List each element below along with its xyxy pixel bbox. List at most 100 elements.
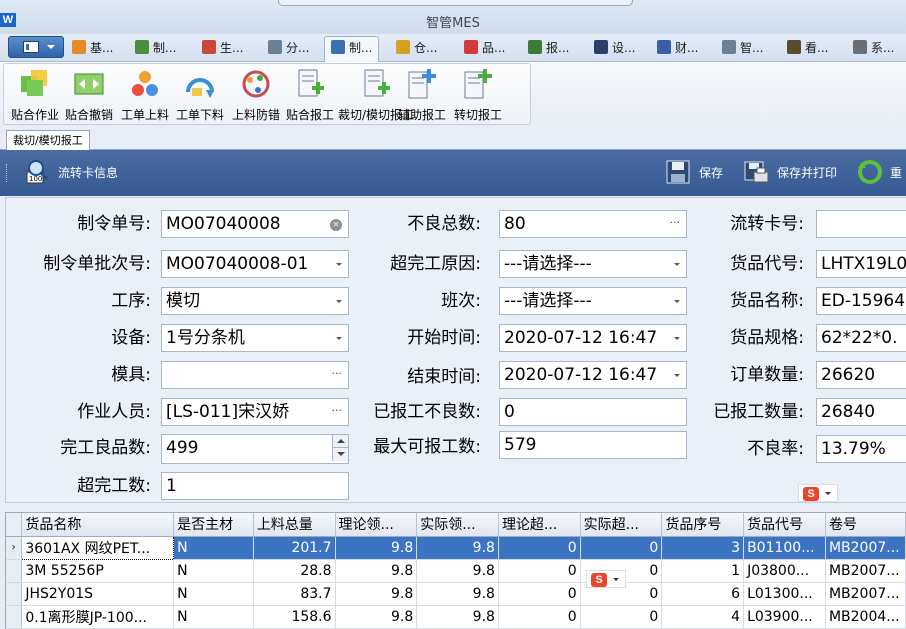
table-cell[interactable]: B01100... xyxy=(743,536,826,560)
menu-tab-9[interactable]: 财... xyxy=(657,37,698,59)
menu-tab-8[interactable]: 设... xyxy=(594,37,635,59)
table-cell[interactable]: 3 xyxy=(661,536,745,560)
table-cell[interactable]: 9.8 xyxy=(416,582,499,606)
ime-toolbar[interactable]: S xyxy=(798,484,838,502)
table-row[interactable]: 0.1离形膜JP-100... N 158.6 9.8 9.8 0 0 4 L03900... M… xyxy=(6,605,906,629)
table-cell[interactable]: N xyxy=(173,559,254,583)
row-indicator[interactable] xyxy=(6,605,23,629)
table-cell[interactable]: 9.8 xyxy=(335,582,418,606)
table-cell[interactable]: 9.8 xyxy=(335,559,418,583)
table-cell[interactable]: 1 xyxy=(661,559,745,583)
table-cell[interactable]: L01300... xyxy=(743,582,826,606)
process-select[interactable]: 模切 xyxy=(161,287,349,315)
column-header[interactable]: 实际超... xyxy=(580,513,663,537)
table-cell[interactable]: 0 xyxy=(498,582,581,606)
table-cell[interactable]: MB2007... xyxy=(825,582,906,606)
table-cell[interactable]: 158.6 xyxy=(253,605,336,629)
start-time-picker[interactable]: 2020-07-12 16:47 xyxy=(499,324,687,352)
table-cell[interactable]: 3M 55256P xyxy=(21,559,175,583)
card-no-input[interactable] xyxy=(816,210,906,238)
table-cell[interactable]: 201.7 xyxy=(253,536,336,560)
table-cell[interactable]: 0 xyxy=(498,605,581,629)
column-header[interactable]: 理论领... xyxy=(335,513,418,537)
menu-tab-3[interactable]: 分... xyxy=(268,37,309,59)
table-cell[interactable]: 9.8 xyxy=(416,559,499,583)
table-cell[interactable]: 0.1离形膜JP-100... xyxy=(21,605,175,629)
table-cell[interactable]: 9.8 xyxy=(335,536,418,560)
over-reason-select[interactable]: ---请选择--- xyxy=(499,250,687,278)
table-row[interactable]: 3M 55256P N 28.8 9.8 9.8 0 0 1 J03800... MB2007..… xyxy=(6,559,906,583)
column-header[interactable]: 货品代号 xyxy=(743,513,826,537)
column-header[interactable]: 卷号 xyxy=(825,513,906,537)
menu-tab-5[interactable]: 仓... xyxy=(396,37,437,59)
order-no-value: MO07040008 xyxy=(166,214,281,234)
order-qty-label: 订单数量: xyxy=(730,365,804,385)
menu-tab-4[interactable]: 制... xyxy=(324,36,380,62)
row-indicator[interactable]: › xyxy=(6,536,23,560)
table-cell[interactable]: 28.8 xyxy=(253,559,336,583)
menu-tab-1[interactable]: 制... xyxy=(135,37,176,59)
reported-qty-value-box: 26840 xyxy=(816,398,906,426)
column-header[interactable]: 是否主材 xyxy=(173,513,254,537)
table-cell[interactable]: 9.8 xyxy=(416,605,499,629)
table-row[interactable]: JHS2Y01S N 83.7 9.8 9.8 0 0 6 L01300... MB2007... xyxy=(6,582,906,606)
menu-tab-2[interactable]: 生... xyxy=(202,37,243,59)
equipment-select[interactable]: 1号分条机 xyxy=(161,324,349,352)
table-cell[interactable]: N xyxy=(173,582,254,606)
table-cell[interactable]: N xyxy=(173,536,254,560)
item-spec-value-box: 62*22*0. xyxy=(816,324,906,352)
table-cell[interactable]: 4 xyxy=(661,605,745,629)
shift-select[interactable]: ---请选择--- xyxy=(499,287,687,315)
batch-no-select[interactable]: MO07040008-01 xyxy=(161,250,349,278)
table-cell[interactable]: 83.7 xyxy=(253,582,336,606)
table-cell[interactable]: MB2007... xyxy=(825,559,906,583)
card-info-button[interactable]: 100 流转卡信息 xyxy=(24,150,124,196)
table-cell[interactable]: JHS2Y01S xyxy=(21,582,175,606)
defect-total-value: 80 xyxy=(504,214,526,234)
table-cell[interactable]: 0 xyxy=(580,536,663,560)
table-cell[interactable]: MB2004... xyxy=(825,605,906,629)
menu-tab-7[interactable]: 报... xyxy=(528,37,569,59)
table-cell[interactable]: 9.8 xyxy=(335,605,418,629)
column-header[interactable]: 实际领... xyxy=(416,513,499,537)
table-row[interactable]: › 3601AX 网纹PET... N 201.7 9.8 9.8 0 0 3 B01100...… xyxy=(6,535,906,560)
app-menu-button[interactable] xyxy=(8,36,64,58)
save-button[interactable]: 保存 xyxy=(664,150,726,196)
ime-toolbar[interactable]: S xyxy=(586,570,626,588)
menu-bar: 基... 制... 生... 分... 制... 仓... 品... 报... 设... 财...… xyxy=(0,34,906,62)
menu-tab-11[interactable]: 看... xyxy=(787,37,828,59)
operator-input[interactable]: [LS-011]宋汉娇 ··· xyxy=(161,398,349,426)
defect-total-input[interactable]: 80 ··· xyxy=(499,210,687,238)
table-cell[interactable]: J03800... xyxy=(743,559,826,583)
column-header[interactable]: 上料总量 xyxy=(253,513,336,537)
end-time-picker[interactable]: 2020-07-12 16:47 xyxy=(499,361,687,389)
column-header[interactable]: 货品名称 xyxy=(21,513,175,537)
column-header[interactable]: 理论超... xyxy=(498,513,581,537)
menu-tab-12[interactable]: 系... xyxy=(853,37,894,59)
ribbon-button-8[interactable]: 转切报工 xyxy=(449,68,507,124)
table-cell[interactable]: 0 xyxy=(498,536,581,560)
bond-undo-icon xyxy=(74,73,104,95)
column-header[interactable]: 货品序号 xyxy=(661,513,745,537)
table-cell[interactable]: L03900... xyxy=(743,605,826,629)
menu-tab-0[interactable]: 基... xyxy=(72,37,113,59)
menu-tab-6[interactable]: 品... xyxy=(464,37,505,59)
over-qty-input[interactable]: 1 xyxy=(161,472,349,500)
menu-tab-10[interactable]: 智... xyxy=(722,37,763,59)
row-indicator[interactable] xyxy=(6,582,23,606)
table-cell[interactable]: MB2007... xyxy=(825,536,906,560)
save-print-button[interactable]: 保存并打印 xyxy=(742,150,842,196)
good-qty-input[interactable]: 499 xyxy=(161,434,349,464)
table-cell[interactable]: 9.8 xyxy=(416,536,499,560)
table-cell[interactable]: 6 xyxy=(661,582,745,606)
table-cell[interactable]: 3601AX 网纹PET... xyxy=(21,535,175,560)
table-cell[interactable]: 0 xyxy=(580,605,663,629)
row-indicator[interactable] xyxy=(6,559,23,583)
mold-input[interactable]: ··· xyxy=(161,361,349,389)
reset-button[interactable]: 重 xyxy=(856,150,906,196)
table-cell[interactable]: 0 xyxy=(498,559,581,583)
document-tab[interactable]: 裁切/模切报工 xyxy=(6,130,90,151)
order-no-input[interactable]: MO07040008 × xyxy=(161,210,349,238)
operator-value: [LS-011]宋汉娇 xyxy=(166,402,290,422)
table-cell[interactable]: N xyxy=(173,605,254,629)
